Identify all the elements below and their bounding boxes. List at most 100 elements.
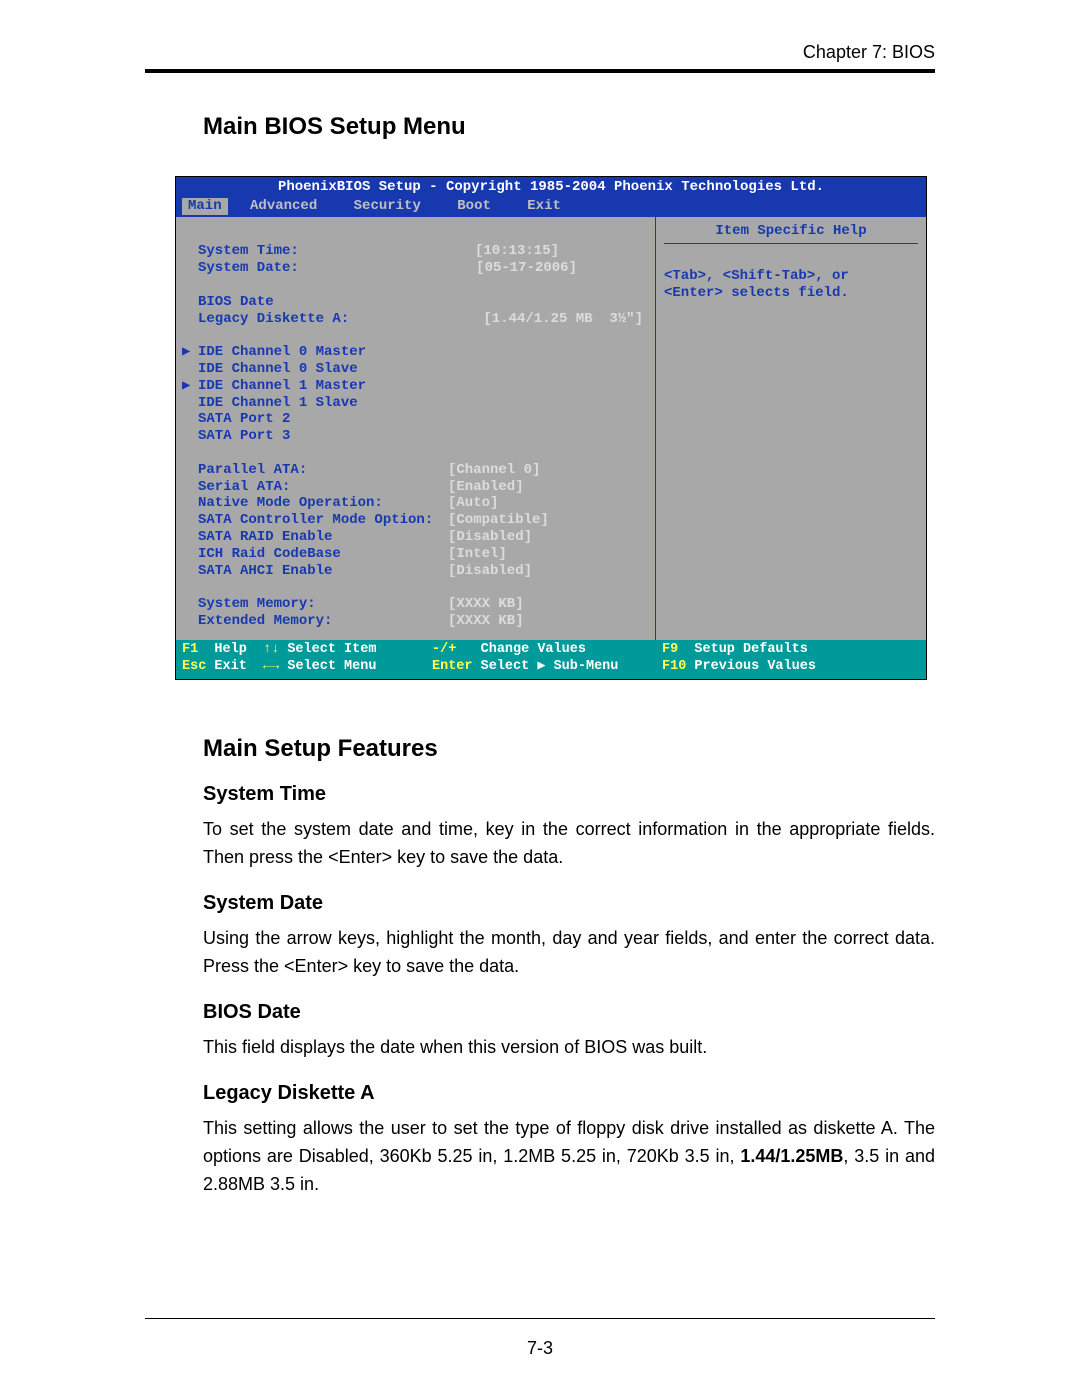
key-updown: ↑↓ [263, 642, 279, 657]
spacer [182, 579, 649, 596]
value-sata-ahci[interactable]: [Disabled] [448, 563, 532, 580]
row-ich-raid[interactable]: ICH Raid CodeBase[Intel] [182, 546, 649, 563]
value-native-mode[interactable]: [Auto] [448, 495, 498, 512]
bios-tab-advanced[interactable]: Advanced [236, 198, 331, 215]
help-title: Item Specific Help [664, 223, 918, 245]
label-ide0-slave: IDE Channel 0 Slave [198, 361, 358, 378]
row-ide0-slave[interactable]: IDE Channel 0 Slave [182, 361, 649, 378]
row-ide0-master[interactable]: ▶ IDE Channel 0 Master [182, 344, 649, 361]
submenu-arrow-icon: ▶ [182, 378, 198, 395]
row-system-time[interactable]: System Time: [10:13:15] [182, 243, 649, 260]
row-sata-raid[interactable]: SATA RAID Enable[Disabled] [182, 529, 649, 546]
bios-settings-pane: System Time: [10:13:15] System Date: [05-1… [176, 217, 656, 640]
label-system-memory: System Memory: [198, 596, 448, 613]
value-sata-raid[interactable]: [Disabled] [448, 529, 532, 546]
row-sata-port-2[interactable]: SATA Port 2 [182, 411, 649, 428]
spacer [182, 445, 649, 462]
value-serial-ata[interactable]: [Enabled] [448, 479, 524, 496]
row-sata-ctrl[interactable]: SATA Controller Mode Option:[Compatible] [182, 512, 649, 529]
heading-bios-date: BIOS Date [203, 1001, 935, 1024]
value-legacy-diskette[interactable]: [1.44/1.25 MB 3½"] [483, 311, 649, 328]
row-extended-memory: Extended Memory:[XXXX KB] [182, 613, 649, 630]
paragraph-bios-date: This field displays the date when this v… [203, 1034, 935, 1062]
value-system-date[interactable]: [05-17-2006] [476, 260, 649, 277]
label-system-date: System Date: [198, 260, 299, 277]
key-f9: F9 [662, 642, 678, 657]
value-parallel-ata[interactable]: [Channel 0] [448, 462, 540, 479]
label-legacy-diskette: Legacy Diskette A: [198, 311, 349, 328]
label-sata-ahci: SATA AHCI Enable [198, 563, 448, 580]
row-serial-ata[interactable]: Serial ATA:[Enabled] [182, 479, 649, 496]
key-enter: Enter [432, 659, 473, 674]
hint-change-values: Change Values [481, 642, 586, 657]
row-sata-ahci[interactable]: SATA AHCI Enable[Disabled] [182, 563, 649, 580]
bios-screenshot: PhoenixBIOS Setup - Copyright 1985-2004 … [175, 176, 927, 680]
paragraph-legacy-diskette: This setting allows the user to set the … [203, 1115, 935, 1199]
label-extended-memory: Extended Memory: [198, 613, 448, 630]
row-ide1-master[interactable]: ▶ IDE Channel 1 Master [182, 378, 649, 395]
bios-tab-security[interactable]: Security [340, 198, 435, 215]
label-sata2: SATA Port 2 [198, 411, 290, 428]
chapter-header: Chapter 7: BIOS [145, 42, 935, 63]
row-ide1-slave[interactable]: IDE Channel 1 Slave [182, 395, 649, 412]
section-title-main-menu: Main BIOS Setup Menu [203, 113, 935, 141]
label-sata-raid: SATA RAID Enable [198, 529, 448, 546]
label-ich-raid: ICH Raid CodeBase [198, 546, 448, 563]
label-ide0-master: IDE Channel 0 Master [198, 344, 366, 361]
paragraph-system-date: Using the arrow keys, highlight the mont… [203, 925, 935, 981]
row-system-memory: System Memory:[XXXX KB] [182, 596, 649, 613]
value-system-time[interactable]: [10:13:15] [475, 243, 649, 260]
row-system-date[interactable]: System Date: [05-17-2006] [182, 260, 649, 277]
spacer [182, 227, 649, 244]
page: Chapter 7: BIOS Main BIOS Setup Menu Pho… [0, 0, 1080, 1397]
help-line-1: <Tab>, <Shift-Tab>, or [664, 268, 918, 285]
label-native-mode: Native Mode Operation: [198, 495, 448, 512]
row-native-mode[interactable]: Native Mode Operation:[Auto] [182, 495, 649, 512]
section-title-features: Main Setup Features [203, 735, 935, 763]
label-ide1-slave: IDE Channel 1 Slave [198, 395, 358, 412]
footer-rule [145, 1318, 935, 1319]
heading-system-date: System Date [203, 892, 935, 915]
label-sata3: SATA Port 3 [198, 428, 290, 445]
row-sata-port-3[interactable]: SATA Port 3 [182, 428, 649, 445]
bios-title-bar: PhoenixBIOS Setup - Copyright 1985-2004 … [176, 177, 926, 198]
bios-footer-bar: F1 Help ↑↓ Select Item -/+ Change Values… [176, 640, 926, 680]
header-rule [145, 69, 935, 73]
value-system-memory: [XXXX KB] [448, 596, 524, 613]
bios-tab-boot[interactable]: Boot [443, 198, 505, 215]
row-bios-date: BIOS Date [182, 294, 649, 311]
row-parallel-ata[interactable]: Parallel ATA:[Channel 0] [182, 462, 649, 479]
spacer [182, 277, 649, 294]
label-system-time: System Time: [198, 243, 299, 260]
bios-help-pane: Item Specific Help <Tab>, <Shift-Tab>, o… [656, 217, 926, 640]
key-leftright: ←→ [263, 659, 279, 674]
key-esc: Esc [182, 659, 206, 674]
heading-legacy-diskette: Legacy Diskette A [203, 1082, 935, 1105]
bios-tab-exit[interactable]: Exit [513, 198, 575, 215]
bios-body: System Time: [10:13:15] System Date: [05-1… [176, 217, 926, 640]
hint-setup-defaults: Setup Defaults [694, 642, 807, 657]
row-legacy-diskette[interactable]: Legacy Diskette A: [1.44/1.25 MB 3½"] [182, 311, 649, 328]
label-sata-ctrl-mode: SATA Controller Mode Option: [198, 512, 448, 529]
hint-select-item: Select Item [287, 642, 376, 657]
key-f1: F1 [182, 642, 198, 657]
bios-tab-main[interactable]: Main [182, 198, 228, 215]
paragraph-system-time: To set the system date and time, key in … [203, 816, 935, 872]
spacer [182, 327, 649, 344]
hint-select-menu: Select Menu [287, 659, 376, 674]
hint-exit: Exit [214, 659, 246, 674]
value-ich-raid[interactable]: [Intel] [448, 546, 507, 563]
key-plusminus: -/+ [432, 642, 456, 657]
label-bios-date: BIOS Date [198, 294, 274, 311]
label-serial-ata: Serial ATA: [198, 479, 448, 496]
page-number: 7-3 [0, 1338, 1080, 1359]
value-sata-ctrl-mode[interactable]: [Compatible] [448, 512, 549, 529]
help-line-2: <Enter> selects field. [664, 285, 918, 302]
hint-help: Help [214, 642, 246, 657]
hint-select-submenu: Select ▶ Sub-Menu [481, 659, 619, 674]
key-f10: F10 [662, 659, 686, 674]
submenu-arrow-icon: ▶ [182, 344, 198, 361]
label-ide1-master: IDE Channel 1 Master [198, 378, 366, 395]
hint-previous-values: Previous Values [694, 659, 816, 674]
value-extended-memory: [XXXX KB] [448, 613, 524, 630]
